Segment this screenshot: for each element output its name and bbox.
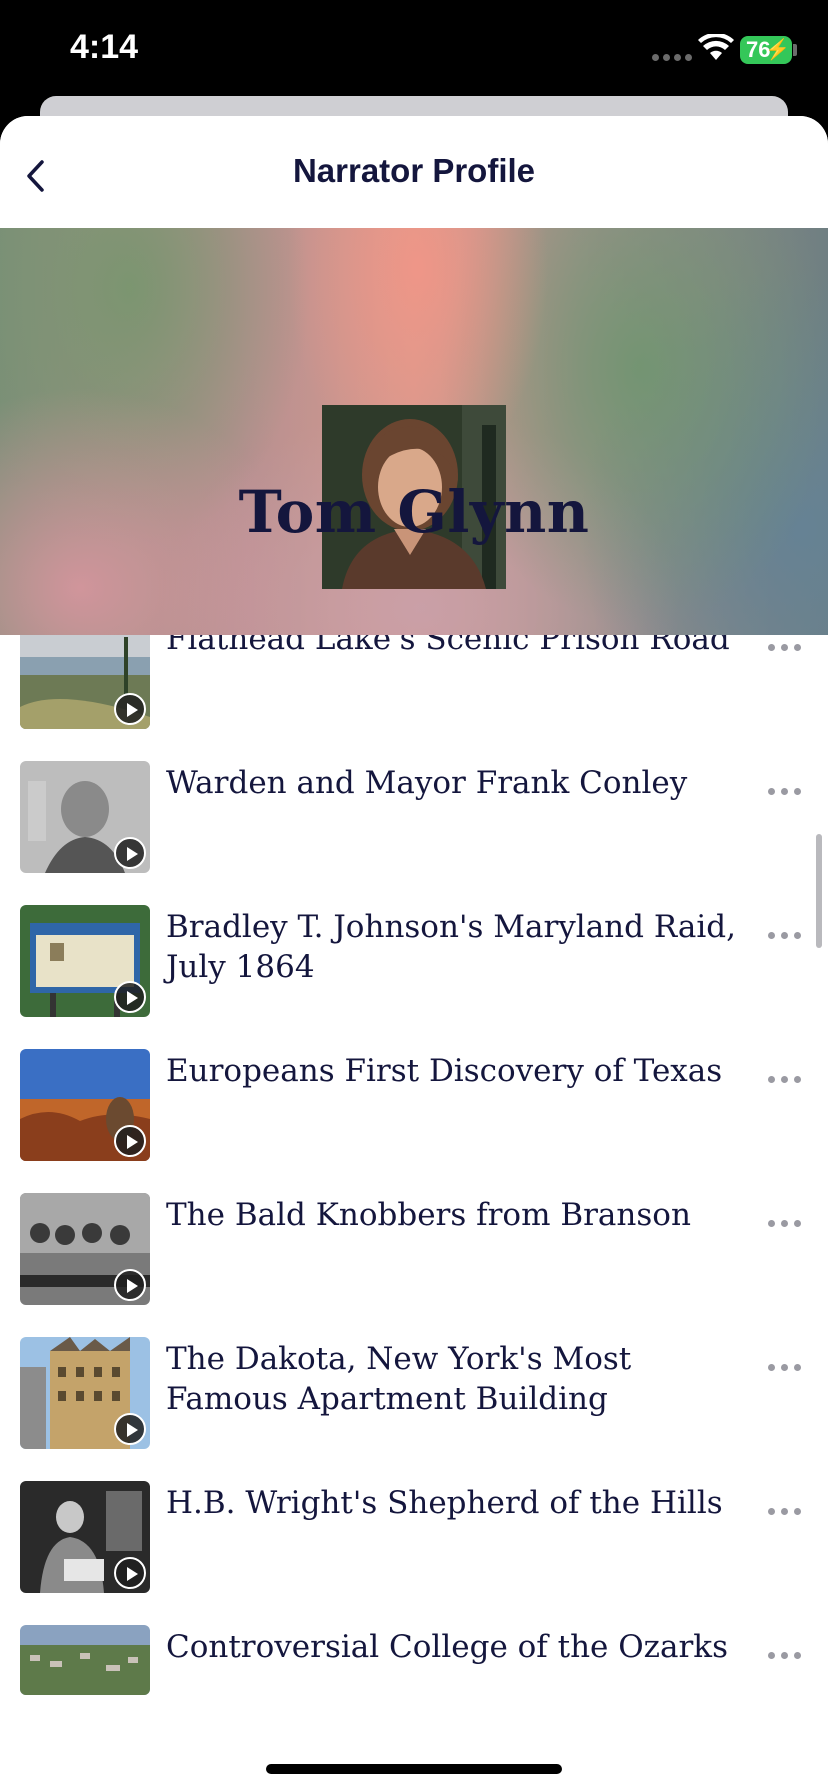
list-item[interactable]: Europeans First Discovery of Texas	[0, 1041, 828, 1185]
narrator-profile-sheet: Narrator Profile Flathead Lake's Scenic …	[0, 116, 828, 1792]
page-title: Narrator Profile	[292, 152, 536, 189]
thumbnail-image	[20, 1337, 150, 1449]
play-icon[interactable]	[114, 1557, 146, 1589]
more-options-icon[interactable]	[768, 637, 808, 657]
thumbnail-image	[20, 761, 150, 873]
list-item[interactable]: The Bald Knobbers from Branson	[0, 1185, 828, 1329]
tour-title[interactable]: Warden and Mayor Frank Conley	[166, 763, 756, 803]
list-item[interactable]: The Dakota, New York's Most Famous Apart…	[0, 1329, 828, 1473]
status-time: 4:14	[70, 28, 139, 66]
more-options-icon[interactable]	[768, 925, 808, 945]
thumbnail-image	[20, 905, 150, 1017]
tour-title[interactable]: Europeans First Discovery of Texas	[166, 1051, 756, 1091]
thumbnail-image	[20, 1625, 150, 1695]
play-icon[interactable]	[114, 1125, 146, 1157]
tour-title[interactable]: The Bald Knobbers from Branson	[166, 1195, 756, 1235]
tour-title[interactable]: The Dakota, New York's Most Famous Apart…	[166, 1339, 756, 1419]
play-icon[interactable]	[114, 1269, 146, 1301]
thumbnail-image	[20, 1049, 150, 1161]
tour-list: Flathead Lake's Scenic Prison Road Warde…	[0, 635, 828, 1705]
list-item[interactable]: Warden and Mayor Frank Conley	[0, 753, 828, 897]
more-options-icon[interactable]	[768, 1357, 808, 1377]
play-icon[interactable]	[114, 1413, 146, 1445]
cellular-signal-icon	[652, 54, 692, 61]
more-options-icon[interactable]	[768, 1645, 808, 1665]
more-options-icon[interactable]	[768, 1069, 808, 1089]
thumbnail-image	[20, 1481, 150, 1593]
thumbnail-image	[20, 635, 150, 729]
battery-icon: 76 ⚡	[740, 36, 792, 64]
list-item[interactable]: Flathead Lake's Scenic Prison Road	[0, 635, 828, 753]
list-item[interactable]: H.B. Wright's Shepherd of the Hills	[0, 1473, 828, 1617]
battery-tip	[793, 44, 797, 56]
play-icon[interactable]	[114, 981, 146, 1013]
status-bar: 4:14 76 ⚡	[0, 0, 828, 100]
narrator-hero	[0, 228, 828, 635]
play-icon[interactable]	[114, 837, 146, 869]
charging-bolt-icon: ⚡	[765, 39, 790, 61]
home-indicator[interactable]	[266, 1764, 562, 1774]
more-options-icon[interactable]	[768, 1501, 808, 1521]
wifi-icon	[698, 34, 734, 60]
play-icon[interactable]	[114, 693, 146, 725]
scrollbar[interactable]	[816, 834, 822, 948]
tour-title[interactable]: Controversial College of the Ozarks	[166, 1627, 756, 1667]
narrator-avatar	[322, 405, 506, 589]
tour-title[interactable]: H.B. Wright's Shepherd of the Hills	[166, 1483, 756, 1523]
thumbnail-image	[20, 1193, 150, 1305]
tour-title[interactable]: Flathead Lake's Scenic Prison Road	[166, 635, 756, 659]
list-item[interactable]: Controversial College of the Ozarks	[0, 1617, 828, 1705]
more-options-icon[interactable]	[768, 1213, 808, 1233]
navigation-bar: Narrator Profile	[0, 116, 828, 228]
tour-title[interactable]: Bradley T. Johnson's Maryland Raid, July…	[166, 907, 756, 987]
list-item[interactable]: Bradley T. Johnson's Maryland Raid, July…	[0, 897, 828, 1041]
more-options-icon[interactable]	[768, 781, 808, 801]
